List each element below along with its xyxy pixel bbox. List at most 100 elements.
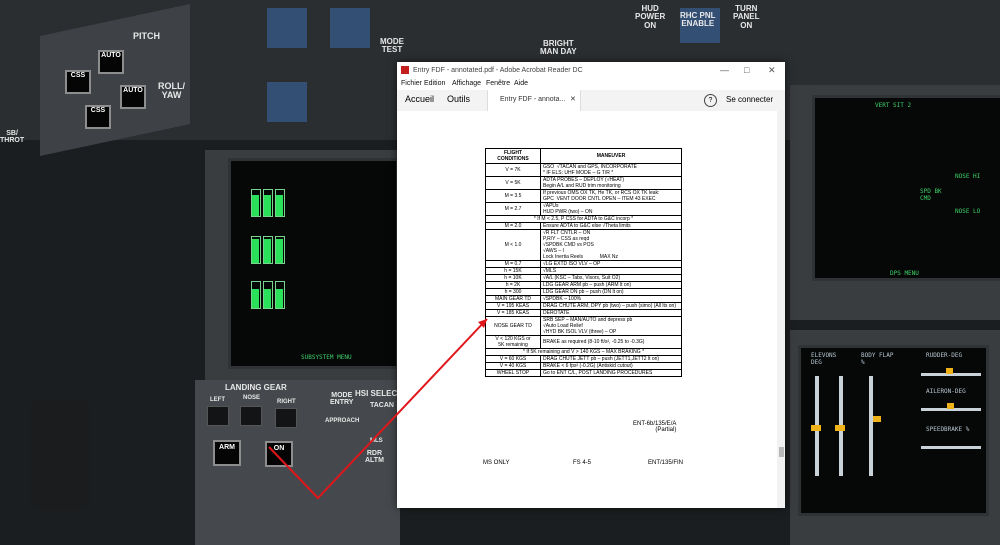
maneuver-cell: √R FLT CNTLR – ON P,R/Y – CSS as reqd √S… xyxy=(540,229,682,261)
condition-cell: V < 120 KGS or 5K remaining xyxy=(485,335,541,349)
maneuver-cell: LDG GEAR ARM pb – push (ARM lt on) xyxy=(540,281,682,289)
bright-man-day-caption: BRIGHT MAN DAY xyxy=(540,39,577,57)
condition-cell: h = 2K xyxy=(485,281,541,289)
condition-cell: M < 1.0 xyxy=(485,229,541,261)
right-gear-indicator xyxy=(275,408,297,428)
footer-doc-id: ENT/135/FIN xyxy=(648,460,684,466)
table-row: V < 120 KGS or 5K remaining BRAKE as requ… xyxy=(485,335,682,349)
subsystem-menu-label: SUBSYSTEM MENU xyxy=(301,354,352,361)
document-tab[interactable]: Entry FDF - annota... ✕ xyxy=(487,90,581,111)
condition-cell: M = 3.5 xyxy=(485,189,541,203)
tab-toolbar: Accueil Outils Entry FDF - annota... ✕ ?… xyxy=(397,90,785,112)
blue-panel-left xyxy=(267,8,307,48)
home-tab[interactable]: Accueil xyxy=(405,94,434,104)
rdr-altm-caption: RDR ALTM xyxy=(365,450,384,465)
menu-fichier[interactable]: Fichier xyxy=(401,80,422,87)
condition-cell: V = 7K xyxy=(485,163,541,177)
signin-link[interactable]: Se connecter xyxy=(726,95,773,104)
condition-cell: WHEEL STOP xyxy=(485,369,541,377)
body-flap-label: BODY FLAP % xyxy=(861,352,894,366)
sb-throt-caption: SB/ THROT xyxy=(0,130,25,145)
lower-mfd-screen: ELEVONS DEG BODY FLAP % RUDDER-DEG AILER… xyxy=(798,345,989,516)
hsi-select-caption: HSI SELECT xyxy=(355,389,403,398)
condition-cell: h = 300 xyxy=(485,288,541,296)
vert-sit-label: VERT SIT 2 xyxy=(875,102,912,109)
roll-yaw-caption: ROLL/ YAW xyxy=(158,81,185,101)
menu-affichage[interactable]: Affichage xyxy=(452,80,481,87)
left-mfd-screen: SUBSYSTEM MENU xyxy=(228,158,399,369)
maneuver-table: FLIGHT CONDITIONS MANEUVER V = 7K GSO √TA… xyxy=(485,148,682,377)
tab-close-icon[interactable]: ✕ xyxy=(570,95,576,103)
condition-cell: V = 195 KEAS xyxy=(485,302,541,310)
maneuver-cell: BRAKE as required (8-10 ft/s², -0.25 to … xyxy=(540,335,682,349)
mode-entry-caption: MODE ENTRY xyxy=(330,392,354,407)
condition-cell: h = 10K xyxy=(485,274,541,282)
minimize-icon[interactable]: — xyxy=(720,65,729,75)
table-header-row: FLIGHT CONDITIONS MANEUVER xyxy=(485,148,682,164)
scrollbar-thumb[interactable] xyxy=(779,447,784,457)
maneuver-cell: DRAG CHUTE JETT pb – push (JETT1,JETT2 l… xyxy=(540,355,682,363)
menu-bar: Fichier Edition Affichage Fenêtre Aide xyxy=(397,79,785,90)
vertical-scrollbar[interactable] xyxy=(777,111,785,508)
condition-cell: V = 5K xyxy=(485,176,541,190)
mls-caption: MLS xyxy=(370,438,383,444)
maneuver-cell: GSO √TACAN and GPS, INCORPORATE * IF ELS… xyxy=(540,163,682,177)
table-row: MAIN GEAR TD √SPDBK – 100% xyxy=(485,295,682,303)
maneuver-cell: BRAKE < 6 fps² (-0.2G) (Antiskid cutout) xyxy=(540,362,682,370)
css-roll-switch[interactable]: CSS xyxy=(85,105,111,129)
maneuver-cell: √A/L (KSC – Tabs, Visors, Suit O2) xyxy=(540,274,682,282)
maneuver-cell: If previous OMS OX TK, He TK, or RCS OX … xyxy=(540,189,682,203)
table-row: * If 5K remaining and V > 140 KGS – MAX … xyxy=(485,348,682,356)
document-tab-label: Entry FDF - annota... xyxy=(500,96,566,103)
maneuver-cell: Ensure ADTA to G&C else √Theta limits xyxy=(540,222,682,230)
table-row: M < 1.0 √R FLT CNTLR – ON P,R/Y – CSS as … xyxy=(485,229,682,261)
acrobat-app-icon xyxy=(401,66,409,74)
ldg-gear-arm-button[interactable]: ARM xyxy=(213,440,241,466)
spd-bk-label: SPD BK CMD xyxy=(920,188,942,202)
condition-cell: h = 15K xyxy=(485,267,541,275)
maximize-icon[interactable]: □ xyxy=(744,65,749,75)
maneuver-cell: √APUs HUD PWR (two) – ON xyxy=(540,202,682,216)
nose-caption: NOSE xyxy=(243,395,261,401)
table-row: M = 2.0 Ensure ADTA to G&C else √Theta li… xyxy=(485,222,682,230)
note-cell: * If M < 2.5, P CSS for ADTA to G&C inco… xyxy=(485,215,682,223)
tools-tab[interactable]: Outils xyxy=(447,94,470,104)
ldg-gear-dn-button[interactable]: ON xyxy=(265,441,293,467)
menu-fenetre[interactable]: Fenêtre xyxy=(486,80,510,87)
table-row: h = 15K √MLS xyxy=(485,267,682,275)
approach-caption: APPROACH xyxy=(325,418,360,424)
table-row: V = 195 KEAS DRAG CHUTE ARM, DPY pb (two)… xyxy=(485,302,682,310)
table-row: M = 0.7 √LG EXTD ISO VLV – OP xyxy=(485,260,682,268)
close-icon[interactable]: ✕ xyxy=(768,65,776,76)
nose-lo-label: NOSE LO xyxy=(955,208,981,215)
nose-hi-label: NOSE HI xyxy=(955,173,981,180)
condition-cell: V = 185 KEAS xyxy=(485,309,541,317)
css-pitch-switch[interactable]: CSS xyxy=(65,70,91,94)
maneuver-cell: Go to ENT C/L, POST LANDING PROCEDURES xyxy=(540,369,682,377)
note-cell: * If 5K remaining and V > 140 KGS – MAX … xyxy=(485,348,682,356)
help-icon[interactable]: ? xyxy=(704,94,717,107)
condition-cell: M = 2.0 xyxy=(485,222,541,230)
table-row: V = 5K ADTA PROBES – DEPLOY (√HEAT) Begin… xyxy=(485,176,682,190)
table-row: WHEEL STOP Go to ENT C/L, POST LANDING PR… xyxy=(485,369,682,377)
speed-brake-handle[interactable] xyxy=(30,400,90,510)
table-row: M = 2.7 √APUs HUD PWR (two) – ON xyxy=(485,202,682,216)
aileron-label: AILERON-DEG xyxy=(926,388,966,395)
table-row: * If M < 2.5, P CSS for ADTA to G&C inco… xyxy=(485,215,682,223)
maneuver-cell: LDG GEAR DN pb – push (DN lt on) xyxy=(540,288,682,296)
auto-pitch-switch[interactable]: AUTO xyxy=(98,50,124,74)
tacan-caption: TACAN xyxy=(370,402,394,409)
maneuver-cell: √LG EXTD ISO VLV – OP xyxy=(540,260,682,268)
left-gear-indicator xyxy=(207,406,229,426)
acrobat-window: Entry FDF - annotated.pdf - Adobe Acroba… xyxy=(397,62,785,508)
auto-roll-switch[interactable]: AUTO xyxy=(120,85,146,109)
document-viewer[interactable]: FLIGHT CONDITIONS MANEUVER V = 7K GSO √TA… xyxy=(397,111,785,508)
right-caption: RIGHT xyxy=(277,399,296,405)
table-row: h = 300 LDG GEAR DN pb – push (DN lt on) xyxy=(485,288,682,296)
menu-edition[interactable]: Edition xyxy=(424,80,445,87)
menu-aide[interactable]: Aide xyxy=(514,80,528,87)
rhc-pnl-caption: RHC PNL ENABLE xyxy=(680,11,716,29)
rudder-label: RUDDER-DEG xyxy=(926,352,963,359)
hud-power-caption: HUD POWER ON xyxy=(635,4,666,30)
table-row: NOSE GEAR TD SRB SEP – MAN/AUTO and depre… xyxy=(485,316,682,336)
